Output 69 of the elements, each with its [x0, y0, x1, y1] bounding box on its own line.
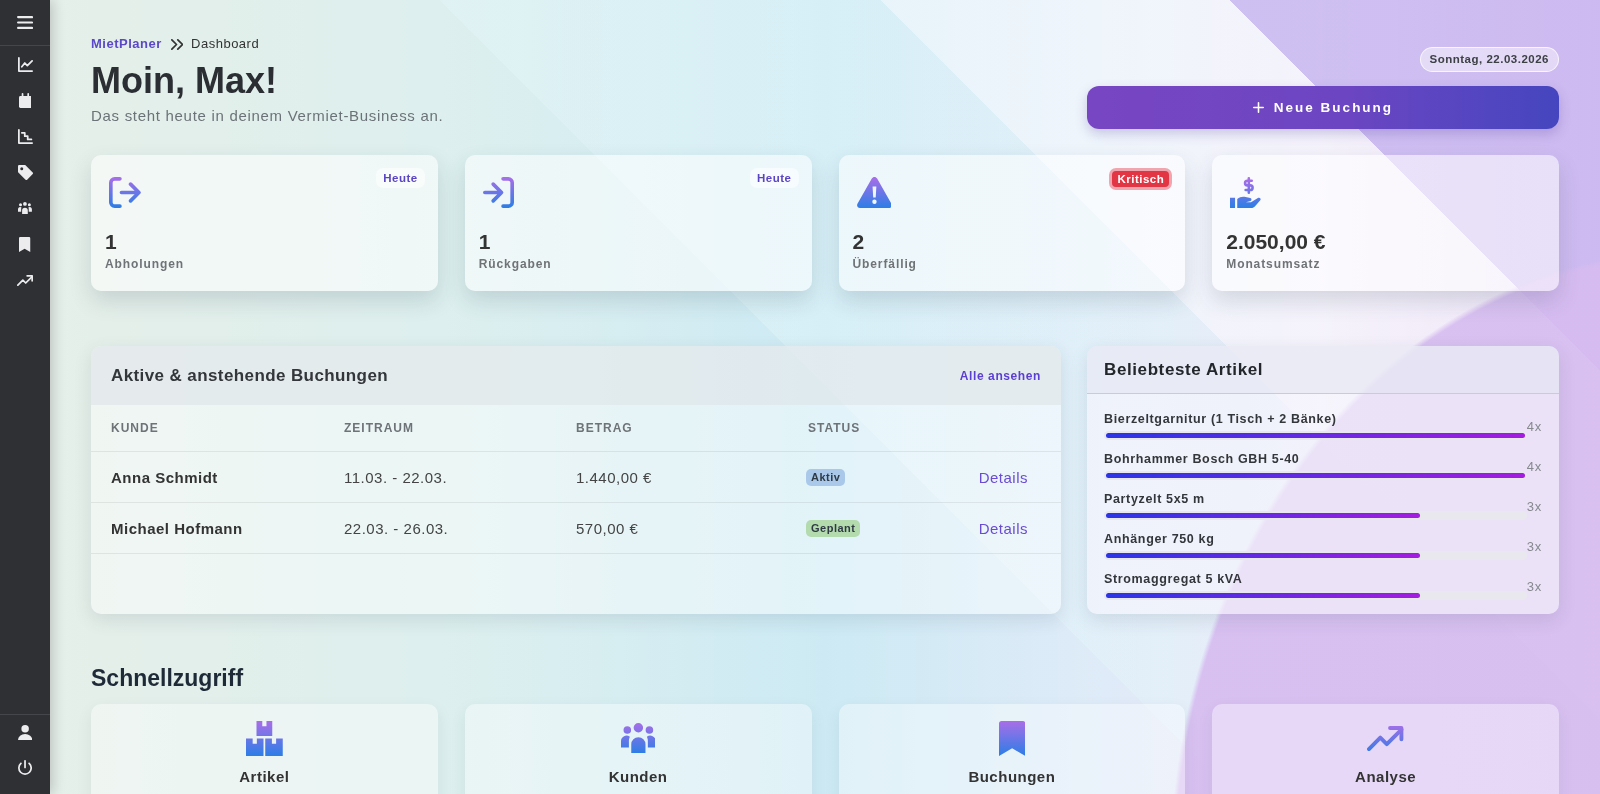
people-icon[interactable] — [18, 202, 32, 214]
stat-value: 2 — [852, 230, 865, 254]
trend-up-icon — [1367, 725, 1404, 751]
stat-label: Abholungen — [105, 256, 184, 272]
arrow-out-of-bracket-icon — [109, 177, 141, 208]
stat-value: 1 — [478, 230, 491, 254]
item-name: Stromaggregat 5 kVA — [1104, 571, 1243, 587]
boxes-icon — [246, 720, 283, 756]
calendar-icon[interactable] — [18, 92, 32, 108]
info-badge: Heute — [750, 168, 799, 188]
table-cell: 11.03. - 22.03. — [344, 468, 448, 486]
stat-label: Monatsumsatz — [1226, 256, 1321, 272]
table-cell: 22.03. - 26.03. — [344, 519, 449, 537]
bookmark-icon[interactable] — [19, 236, 31, 252]
plus-icon — [1252, 102, 1264, 113]
new-booking-button[interactable]: Neue Buchung — [1087, 86, 1559, 129]
menu-icon[interactable] — [16, 16, 34, 29]
bookmark-icon — [998, 720, 1025, 756]
item-count: 3x — [1526, 498, 1542, 514]
column-header: BETRAG — [576, 421, 633, 435]
stat-label: Rückgaben — [478, 256, 552, 272]
table-cell: 1.440,00 € — [576, 468, 652, 486]
section-title: Schnellzugriff — [91, 664, 244, 693]
double-chevron-icon — [170, 38, 184, 50]
details-link[interactable]: Details — [978, 519, 1028, 537]
hand-dollar-icon — [1230, 177, 1263, 208]
power-icon[interactable] — [17, 760, 32, 775]
item-name: Bohrhammer Bosch GBH 5-40 — [1104, 451, 1300, 467]
tag-icon[interactable] — [17, 164, 33, 180]
user-icon[interactable] — [17, 725, 33, 740]
line-chart-icon[interactable] — [17, 56, 33, 72]
status-badge: Geplant — [806, 519, 861, 537]
column-header: KUNDE — [111, 421, 159, 435]
table-cell: 570,00 € — [576, 519, 639, 537]
warning-icon — [856, 177, 892, 208]
item-count: 3x — [1526, 538, 1542, 554]
quick-access-card[interactable]: Analyse — [1212, 704, 1559, 794]
details-link[interactable]: Details — [978, 468, 1028, 486]
column-header: STATUS — [808, 421, 861, 435]
page-title: Moin, Max! — [91, 60, 277, 102]
stat-value: 1 — [105, 230, 117, 254]
panel-title: Aktive & anstehende Buchungen — [111, 365, 389, 386]
quick-access-card[interactable]: Buchungen — [838, 704, 1186, 794]
stat-label: Überfällig — [852, 256, 917, 272]
table-cell: Michael Hofmann — [111, 519, 243, 537]
table-cell: Anna Schmidt — [111, 468, 218, 486]
column-header: ZEITRAUM — [344, 421, 414, 435]
quick-access-card[interactable]: Artikel — [91, 704, 438, 794]
trend-up-icon[interactable] — [17, 274, 33, 286]
page-subtitle: Das steht heute in deinem Vermiet-Business an. — [91, 106, 444, 126]
step-chart-icon[interactable] — [17, 128, 33, 144]
status-badge: Aktiv — [806, 468, 846, 486]
stat-value: 2.050,00 € — [1226, 230, 1326, 254]
breadcrumb-link[interactable]: MietPlaner — [91, 35, 162, 53]
arrow-into-bracket-icon — [482, 177, 514, 208]
alert-badge: Kritisch — [1109, 168, 1173, 190]
panel-title: Beliebteste Artikel — [1104, 359, 1264, 380]
item-name: Partyzelt 5x5 m — [1104, 491, 1205, 507]
breadcrumb-current: Dashboard — [191, 35, 260, 53]
date-pill: Sonntag, 22.03.2026 — [1419, 47, 1559, 72]
item-name: Bierzeltgarnitur (1 Tisch + 2 Bänke) — [1104, 411, 1337, 427]
item-name: Anhänger 750 kg — [1104, 531, 1215, 547]
view-all-link[interactable]: Alle ansehen — [959, 368, 1041, 383]
item-count: 4x — [1526, 458, 1542, 474]
info-badge: Heute — [376, 168, 425, 188]
item-count: 3x — [1526, 578, 1542, 594]
quick-access-card[interactable]: Kunden — [464, 704, 812, 794]
item-count: 4x — [1526, 418, 1542, 434]
people-icon — [620, 723, 656, 753]
